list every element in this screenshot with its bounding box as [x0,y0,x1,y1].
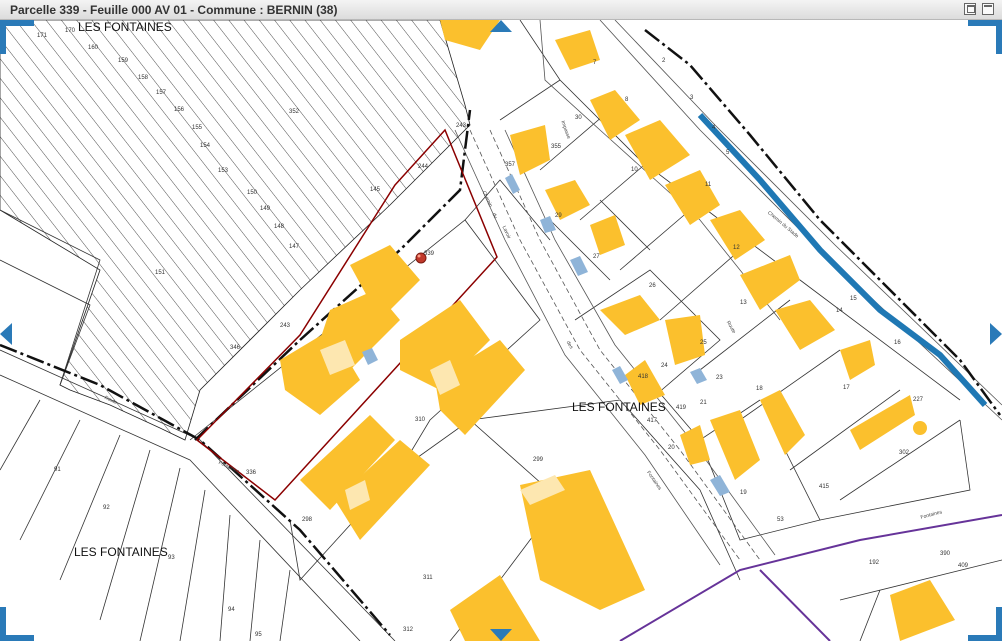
parcel-number: 336 [246,470,257,476]
parcel-number: 5 [726,150,730,156]
parcel-number: 151 [155,270,166,276]
parcel-number: 19 [740,490,747,496]
parcel-number: 92 [103,505,110,511]
locality-label: LES FONTAINES [74,545,168,559]
parcel-number: 95 [255,632,262,638]
pan-up-arrow[interactable] [490,20,512,32]
locality-label: LES FONTAINES [572,400,666,414]
pan-right-arrow[interactable] [990,323,1002,345]
cadastral-map[interactable]: LES FONTAINES LES FONTAINES LES FONTAINE… [0,19,1002,641]
parcel-number: 2 [662,58,666,64]
parcel-number: 299 [533,457,544,463]
selected-parcel-number: 339 [424,251,435,257]
parcel-number: 243 [456,123,467,129]
parcel-number: 4 [712,125,716,131]
parcel-number: 29 [555,213,562,219]
parcel-number: 298 [302,517,313,523]
parcel-number: 419 [676,405,687,411]
parcel-number: 53 [777,517,784,523]
parcel-number: 311 [423,575,433,581]
parcel-number: 27 [593,254,600,260]
map-window: Parcelle 339 - Feuille 000 AV 01 - Commu… [0,0,1002,641]
parcel-number: 147 [289,244,300,250]
restore-window-button[interactable] [964,3,976,15]
parcel-number: 346 [230,345,241,351]
parcel-number: 418 [638,374,649,380]
parcel-number: 13 [740,300,747,306]
parcel-number: 26 [649,283,656,289]
parcel-number: 244 [418,164,429,170]
parcel-number: 20 [668,445,675,451]
window-title: Parcelle 339 - Feuille 000 AV 01 - Commu… [10,3,338,17]
parcel-number: 170 [65,28,76,34]
parcel-number: 409 [958,563,969,569]
parcel-number: 16 [894,340,901,346]
parcel-number: 94 [228,607,235,613]
parcel-number: 357 [505,162,516,168]
parcel-number: 157 [156,90,167,96]
parcel-number: 158 [138,75,149,81]
parcel-number: 310 [415,417,426,423]
parcel-number: 171 [37,33,48,39]
parcel-number: 11 [705,182,712,188]
parcel-number: 7 [593,60,597,66]
zoom-corner-icon[interactable] [968,20,1002,54]
parcel-number: 149 [260,206,271,212]
parcel-number: 10 [631,167,638,173]
pan-left-arrow[interactable] [0,323,12,345]
pan-down-arrow[interactable] [490,629,512,641]
parcel-number: 302 [899,450,910,456]
parcel-number: 8 [625,97,629,103]
parcel-number: 12 [733,245,740,251]
parcel-number: 155 [192,125,203,131]
parcel-number: 148 [274,224,285,230]
parcel-number: 160 [88,45,99,51]
parcel-number: 355 [551,144,562,150]
striped-parcels [0,19,471,441]
title-bar: Parcelle 339 - Feuille 000 AV 01 - Commu… [0,0,1002,20]
parcel-number: 145 [370,187,381,193]
parcel-number: 3 [690,95,694,101]
parcel-number: 25 [700,340,707,346]
parcel-number: 243 [280,323,291,329]
zoom-corner-icon[interactable] [0,607,34,641]
parcel-number: 17 [843,385,850,391]
parcel-number: 312 [403,627,414,633]
parcel-number: 192 [869,560,880,566]
parcel-number: 14 [836,308,843,314]
parcel-number: 227 [913,397,924,403]
parcel-number: 30 [575,115,582,121]
parcel-number: 415 [819,484,830,490]
maximize-window-button[interactable] [982,3,994,15]
parcel-number: 150 [247,190,258,196]
parcel-number: 15 [850,296,857,302]
parcel-number: 93 [168,555,175,561]
parcel-number: 156 [174,107,185,113]
parcel-number: 159 [118,58,129,64]
river [697,112,988,408]
parcel-number: 352 [289,109,300,115]
zoom-corner-icon[interactable] [0,20,34,54]
parcel-number: 153 [218,168,229,174]
parcel-number: 24 [661,363,668,369]
parcel-number: 21 [700,400,707,406]
locality-label: LES FONTAINES [78,20,172,34]
parcel-number: 91 [54,467,61,473]
parcel-number: 154 [200,143,211,149]
parcel-number: 390 [940,551,951,557]
parcel-number: 23 [716,375,723,381]
parcel-number: 18 [756,386,763,392]
parcel-number: 417 [647,418,658,424]
zoom-corner-icon[interactable] [968,607,1002,641]
